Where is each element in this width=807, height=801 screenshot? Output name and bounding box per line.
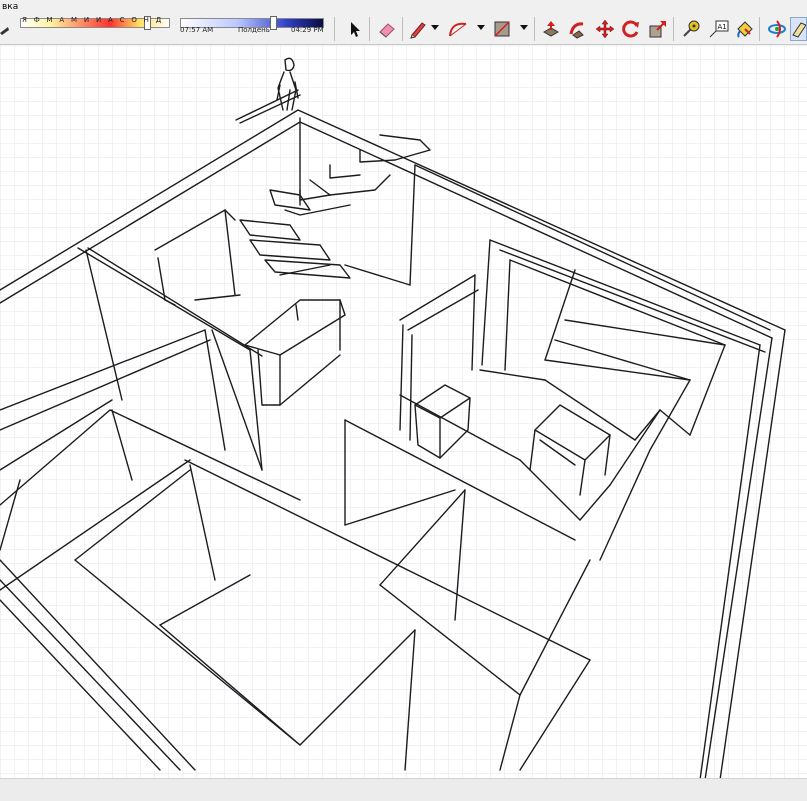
eraser-tool-button[interactable] — [376, 17, 398, 41]
arc-icon — [449, 22, 467, 37]
section-icon — [792, 22, 806, 38]
orbit-icon — [768, 20, 786, 38]
scale-icon — [649, 21, 666, 38]
text-tool-button[interactable]: A1 — [707, 17, 729, 41]
chevron-down-icon — [431, 25, 439, 30]
pencil-dropdown-arrow[interactable] — [431, 22, 439, 34]
move-tool-button[interactable] — [594, 17, 616, 41]
time-noon-label: Полдень — [238, 26, 270, 34]
rotate-icon — [622, 20, 639, 38]
month-labels: Я Ф М А М И И А С О Н Д — [22, 16, 164, 24]
toolbar-separator — [369, 17, 370, 41]
push-pull-tool-button[interactable] — [540, 17, 562, 41]
sketch-canvas[interactable] — [0, 45, 807, 778]
follow-me-icon — [569, 22, 584, 39]
rectangle-icon — [494, 21, 510, 37]
push-pull-icon — [542, 21, 560, 37]
pencil-icon — [410, 22, 426, 39]
paint-bucket-icon — [737, 21, 753, 38]
grid-background — [0, 45, 807, 778]
time-slider-thumb[interactable] — [270, 16, 277, 30]
tape-measure-icon — [683, 20, 700, 37]
move-icon — [595, 19, 615, 39]
window-title-fragment: вка — [2, 2, 19, 12]
rotate-tool-button[interactable] — [620, 17, 642, 41]
menu-bar: вка — [0, 0, 807, 14]
scale-tool-button[interactable] — [647, 17, 669, 41]
select-tool-button[interactable] — [344, 17, 366, 41]
model-viewport[interactable] — [0, 45, 807, 778]
time-end-label: 04:29 PM — [291, 26, 324, 34]
toolbar-separator — [534, 17, 535, 41]
text-icon: A1 — [709, 20, 729, 38]
toolbar-separator — [673, 17, 674, 41]
tray-grip-icon[interactable] — [0, 22, 10, 36]
toolbar-separator — [334, 17, 335, 41]
follow-me-tool-button[interactable] — [566, 17, 588, 41]
rectangle-tool-button[interactable] — [491, 17, 513, 41]
section-tool-button[interactable] — [790, 17, 807, 41]
paint-bucket-tool-button[interactable] — [733, 17, 755, 41]
tape-measure-tool-button[interactable] — [680, 17, 702, 41]
toolbar-separator — [759, 17, 760, 41]
chevron-down-icon — [477, 25, 485, 30]
text-tool-glyph: A1 — [718, 23, 727, 31]
toolbar-separator — [402, 17, 403, 41]
time-start-label: 07:57 AM — [180, 26, 214, 34]
rectangle-dropdown-arrow[interactable] — [520, 22, 528, 34]
status-bar — [0, 778, 807, 801]
orbit-tool-button[interactable] — [766, 17, 788, 41]
chevron-down-icon — [520, 25, 528, 30]
eraser-icon — [379, 23, 395, 38]
select-arrow-icon — [351, 22, 360, 37]
arc-dropdown-arrow[interactable] — [477, 22, 485, 34]
arc-tool-button[interactable] — [447, 17, 469, 41]
pencil-tool-button[interactable] — [407, 17, 429, 41]
